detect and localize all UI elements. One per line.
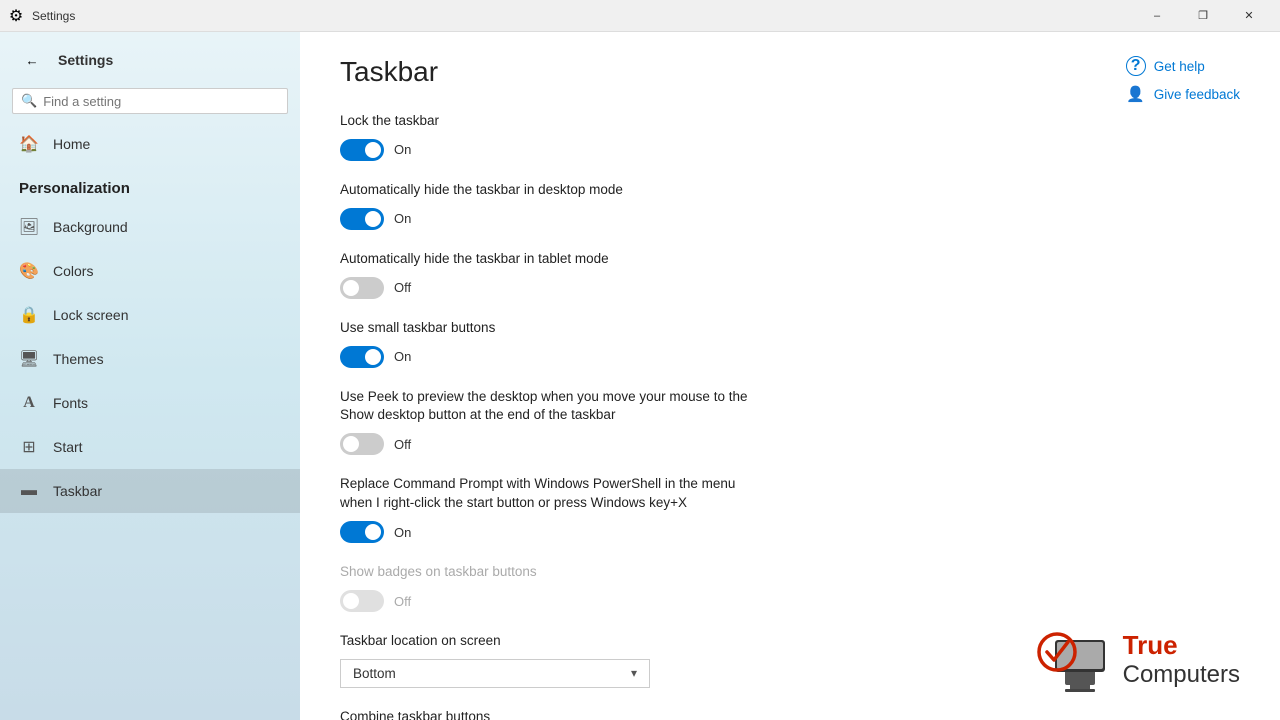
colors-icon: 🎨 <box>19 261 39 281</box>
auto-hide-desktop-state: On <box>394 211 411 226</box>
sidebar-taskbar-label: Taskbar <box>53 483 102 499</box>
show-badges-toggle <box>340 590 384 612</box>
sidebar-section-personalization: Personalization <box>0 166 300 205</box>
search-input[interactable] <box>43 94 279 109</box>
small-buttons-label: Use small taskbar buttons <box>340 319 1240 338</box>
get-help-label: Get help <box>1154 59 1205 74</box>
sidebar-item-start[interactable]: ⊞ Start <box>0 425 300 469</box>
combine-buttons-label: Combine taskbar buttons <box>340 708 1240 720</box>
sidebar-item-fonts[interactable]: A Fonts <box>0 381 300 425</box>
home-icon: 🏠 <box>19 134 39 154</box>
sidebar-item-taskbar[interactable]: ▬ Taskbar <box>0 469 300 513</box>
app-body: ← Settings 🔍 🏠 Home Personalization 🖼 Ba… <box>0 32 1280 720</box>
setting-lock-taskbar: Lock the taskbar On <box>340 112 1240 161</box>
taskbar-location-value: Bottom <box>353 666 396 681</box>
sidebar-themes-label: Themes <box>53 351 104 367</box>
auto-hide-tablet-label: Automatically hide the taskbar in tablet… <box>340 250 1240 269</box>
get-help-icon: ? <box>1126 56 1146 76</box>
sidebar-item-lock-screen[interactable]: 🔒 Lock screen <box>0 293 300 337</box>
page-title: Taskbar <box>340 56 1240 88</box>
setting-auto-hide-desktop: Automatically hide the taskbar in deskto… <box>340 181 1240 230</box>
logo-true: True <box>1123 630 1240 661</box>
show-badges-label: Show badges on taskbar buttons <box>340 563 1240 582</box>
back-button[interactable]: ← <box>16 44 48 76</box>
lock-taskbar-state: On <box>394 142 411 157</box>
auto-hide-tablet-toggle[interactable] <box>340 277 384 299</box>
window-controls: – ❐ ✕ <box>1134 0 1272 32</box>
back-icon: ← <box>25 53 38 68</box>
setting-show-badges: Show badges on taskbar buttons Off <box>340 563 1240 612</box>
maximize-button[interactable]: ❐ <box>1180 0 1226 32</box>
sidebar-colors-label: Colors <box>53 263 93 279</box>
lock-screen-icon: 🔒 <box>19 305 39 325</box>
sidebar-header: ← Settings <box>0 32 300 88</box>
replace-cmd-row: On <box>340 521 1240 543</box>
sidebar-lockscreen-label: Lock screen <box>53 307 128 323</box>
give-feedback-icon: 👤 <box>1126 84 1146 104</box>
settings-app-icon: ⚙ <box>8 8 24 24</box>
give-feedback-link[interactable]: 👤 Give feedback <box>1126 84 1240 104</box>
search-box[interactable]: 🔍 <box>12 88 288 114</box>
logo-container: True Computers <box>1035 620 1240 700</box>
title-bar: ⚙ Settings – ❐ ✕ <box>0 0 1280 32</box>
small-buttons-row: On <box>340 346 1240 368</box>
setting-auto-hide-tablet: Automatically hide the taskbar in tablet… <box>340 250 1240 299</box>
background-icon: 🖼 <box>19 217 39 237</box>
section-header-label: Personalization <box>19 180 130 197</box>
small-buttons-state: On <box>394 349 411 364</box>
sidebar-background-label: Background <box>53 219 128 235</box>
fonts-icon: A <box>19 393 39 413</box>
auto-hide-desktop-toggle[interactable] <box>340 208 384 230</box>
auto-hide-desktop-label: Automatically hide the taskbar in deskto… <box>340 181 1240 200</box>
auto-hide-tablet-state: Off <box>394 280 411 295</box>
taskbar-location-dropdown[interactable]: Bottom ▾ <box>340 659 650 688</box>
show-badges-state: Off <box>394 594 411 609</box>
auto-hide-tablet-row: Off <box>340 277 1240 299</box>
sidebar-fonts-label: Fonts <box>53 395 88 411</box>
setting-small-buttons: Use small taskbar buttons On <box>340 319 1240 368</box>
sidebar-item-themes[interactable]: 🖥 Themes <box>0 337 300 381</box>
peek-preview-state: Off <box>394 437 411 452</box>
logo-icon <box>1035 620 1115 700</box>
sidebar-nav: 🏠 Home Personalization 🖼 Background 🎨 Co… <box>0 122 300 513</box>
small-buttons-toggle[interactable] <box>340 346 384 368</box>
peek-preview-label: Use Peek to preview the desktop when you… <box>340 388 1240 426</box>
main-content: ? Get help 👤 Give feedback Taskbar Lock … <box>300 32 1280 720</box>
logo-text: True Computers <box>1123 630 1240 690</box>
setting-replace-cmd: Replace Command Prompt with Windows Powe… <box>340 475 1240 543</box>
replace-cmd-state: On <box>394 525 411 540</box>
themes-icon: 🖥 <box>19 349 39 369</box>
setting-combine-buttons: Combine taskbar buttons Always, hide lab… <box>340 708 1240 720</box>
taskbar-icon: ▬ <box>19 481 39 501</box>
sidebar-item-background[interactable]: 🖼 Background <box>0 205 300 249</box>
sidebar-home-label: Home <box>53 136 90 152</box>
sidebar-start-label: Start <box>53 439 83 455</box>
start-icon: ⊞ <box>19 437 39 457</box>
logo-area: True Computers <box>1035 620 1240 700</box>
sidebar: ← Settings 🔍 🏠 Home Personalization 🖼 Ba… <box>0 32 300 720</box>
get-help-link[interactable]: ? Get help <box>1126 56 1240 76</box>
help-panel: ? Get help 👤 Give feedback <box>1126 56 1240 104</box>
close-button[interactable]: ✕ <box>1226 0 1272 32</box>
give-feedback-label: Give feedback <box>1154 87 1240 102</box>
sidebar-title: Settings <box>58 52 113 68</box>
sidebar-item-colors[interactable]: 🎨 Colors <box>0 249 300 293</box>
title-bar-text: Settings <box>32 9 1134 23</box>
replace-cmd-toggle[interactable] <box>340 521 384 543</box>
search-icon: 🔍 <box>21 93 37 109</box>
logo-computers: Computers <box>1123 661 1240 690</box>
peek-preview-toggle[interactable] <box>340 433 384 455</box>
peek-preview-row: Off <box>340 433 1240 455</box>
lock-taskbar-label: Lock the taskbar <box>340 112 1240 131</box>
show-badges-row: Off <box>340 590 1240 612</box>
auto-hide-desktop-row: On <box>340 208 1240 230</box>
taskbar-location-arrow: ▾ <box>631 666 637 680</box>
minimize-button[interactable]: – <box>1134 0 1180 32</box>
lock-taskbar-row: On <box>340 139 1240 161</box>
replace-cmd-label: Replace Command Prompt with Windows Powe… <box>340 475 1240 513</box>
setting-peek-preview: Use Peek to preview the desktop when you… <box>340 388 1240 456</box>
sidebar-item-home[interactable]: 🏠 Home <box>0 122 300 166</box>
lock-taskbar-toggle[interactable] <box>340 139 384 161</box>
